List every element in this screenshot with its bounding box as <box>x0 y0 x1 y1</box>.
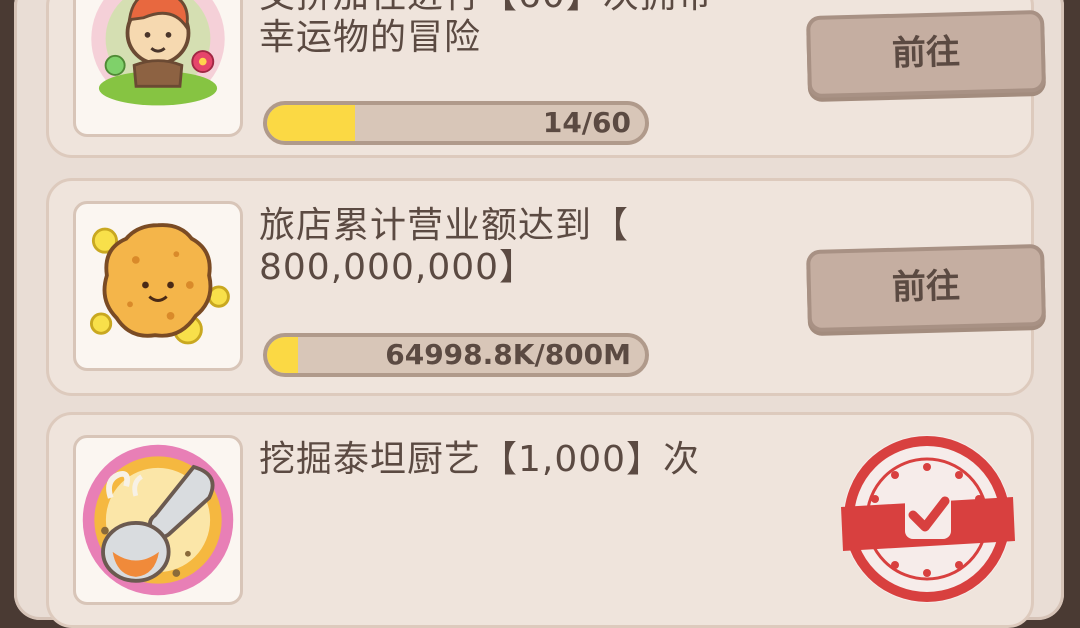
progress-text: 64998.8K/800M <box>385 338 631 371</box>
go-button[interactable]: 前往 <box>805 9 1047 99</box>
frame-edge-left <box>0 0 14 606</box>
spoon-icon <box>73 435 243 605</box>
task-title-line1: 挖掘泰坦厨艺【1,000】次 <box>259 439 701 480</box>
task-card-titan-cooking: 挖掘泰坦厨艺【1,000】次 <box>46 412 1034 628</box>
task-title: 旅店累计营业额达到【 800,000,000】 <box>259 205 779 289</box>
task-title-line2: 800,000,000】 <box>259 247 537 288</box>
task-progress-bar: 64998.8K/800M <box>263 333 649 377</box>
progress-fill <box>267 105 356 141</box>
frame-edge-right <box>1064 0 1080 606</box>
task-title-line1: 交拼加往进行【60】次拥带 <box>259 0 779 17</box>
gold-coin-icon <box>73 201 243 371</box>
completed-check-stamp-icon <box>829 427 1025 605</box>
task-card-inn-revenue: 旅店累计营业额达到【 800,000,000】 64998.8K/800M 前往 <box>46 178 1047 396</box>
task-title-line2: 幸运物的冒险 <box>259 17 482 58</box>
task-card-lucky-adventure: 交拼加往进行【60】次拥带 幸运物的冒险 14/60 前往 <box>46 0 1047 158</box>
progress-fill <box>267 337 298 373</box>
task-progress-bar: 14/60 <box>263 101 649 145</box>
progress-text: 14/60 <box>542 106 631 139</box>
task-title: 挖掘泰坦厨艺【1,000】次 <box>259 439 779 481</box>
lucky-charm-icon <box>73 0 243 137</box>
go-button[interactable]: 前往 <box>805 243 1047 333</box>
task-title: 交拼加往进行【60】次拥带 幸运物的冒险 <box>259 0 779 59</box>
task-title-line1: 旅店累计营业额达到【 <box>259 205 630 246</box>
